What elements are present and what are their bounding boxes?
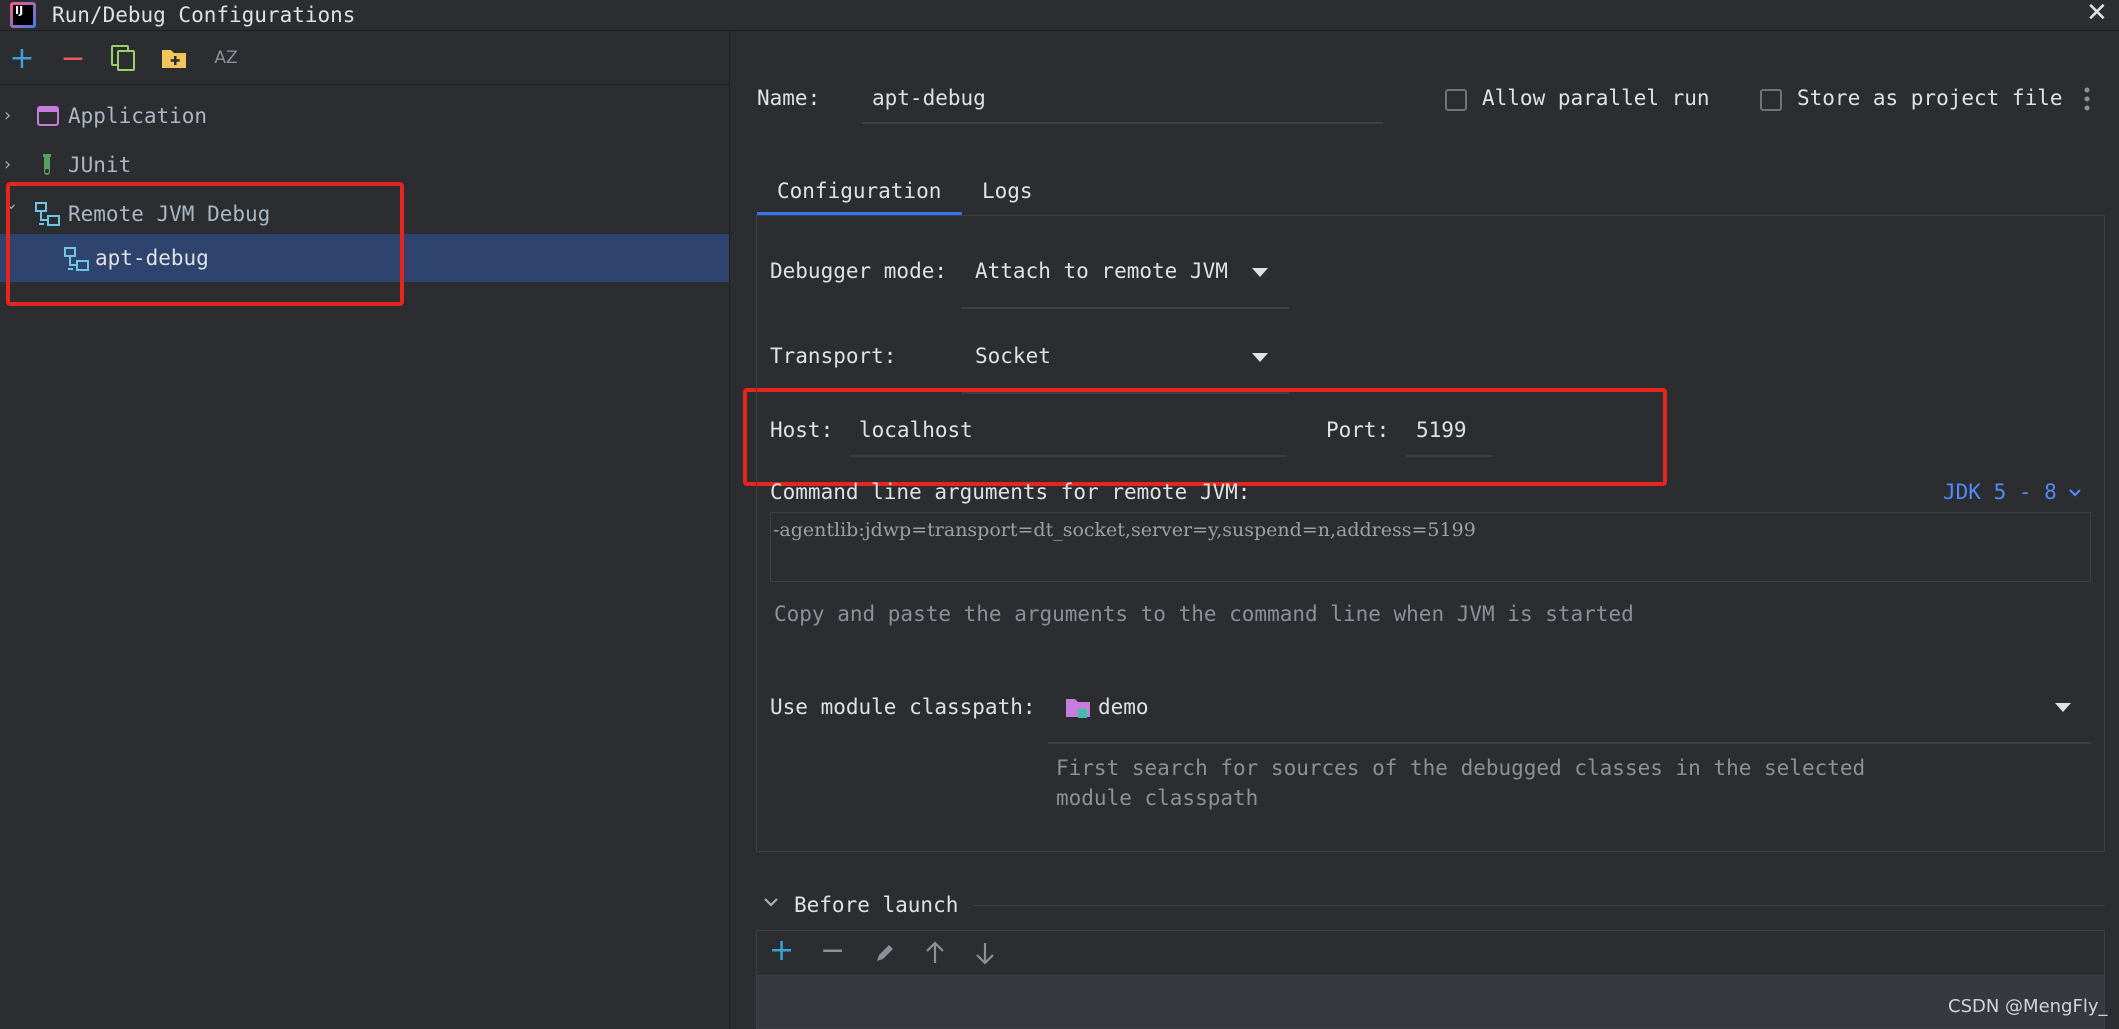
plus-icon[interactable]: + (769, 933, 794, 968)
chevron-down-icon[interactable] (1252, 268, 1268, 277)
minus-icon[interactable]: − (820, 933, 845, 968)
port-input[interactable]: 5199 (1416, 418, 1467, 442)
copy-icon[interactable] (108, 43, 138, 73)
before-launch-task-list (756, 975, 2105, 1029)
before-launch-separator (974, 905, 2105, 906)
transport-label: Transport: (770, 344, 897, 368)
tree-item-application[interactable]: › Application (0, 93, 729, 141)
name-label: Name: (757, 86, 821, 110)
arrow-up-icon[interactable] (924, 941, 946, 965)
tab-configuration[interactable]: Configuration (777, 179, 941, 203)
tree-item-label: JUnit (68, 153, 132, 177)
edit-pencil-icon[interactable] (874, 942, 896, 964)
debugger-mode-select[interactable]: Attach to remote JVM (975, 259, 1228, 283)
name-input[interactable]: apt-debug (872, 86, 986, 110)
chevron-down-icon[interactable] (2055, 703, 2071, 712)
transport-select[interactable]: Socket (975, 344, 1051, 368)
arrow-down-icon[interactable] (974, 941, 996, 965)
transport-underline (962, 392, 1289, 394)
host-input[interactable]: localhost (859, 418, 973, 442)
before-launch-toolbar: + − (756, 930, 2105, 976)
host-input-underline (849, 455, 1286, 457)
module-classpath-select[interactable]: demo (1098, 695, 1149, 719)
chevron-right-icon[interactable]: › (4, 154, 20, 175)
command-line-hint: Copy and paste the arguments to the comm… (774, 602, 1634, 626)
port-input-underline (1405, 455, 1492, 457)
minus-icon[interactable]: − (58, 41, 88, 76)
allow-parallel-run-checkbox[interactable] (1445, 89, 1467, 111)
chevron-down-icon[interactable] (763, 897, 779, 909)
watermark: CSDN @MengFly_ (1948, 996, 2108, 1017)
configurations-tree-panel: + − AZ › Application › JUnit › Remote JV… (0, 31, 730, 1029)
module-folder-icon (1066, 699, 1090, 718)
chevron-right-icon[interactable]: › (4, 105, 20, 126)
before-launch-label[interactable]: Before launch (794, 893, 958, 917)
store-as-project-file-label: Store as project file (1797, 86, 2063, 110)
junit-icon (43, 154, 51, 175)
window-title: Run/Debug Configurations (52, 3, 356, 27)
command-line-args-textarea[interactable]: -agentlib:jdwp=transport=dt_socket,serve… (770, 512, 2091, 582)
chevron-down-icon[interactable] (2068, 487, 2082, 499)
module-classpath-label: Use module classpath: (770, 695, 1036, 719)
name-input-underline (862, 122, 1383, 124)
more-options-icon[interactable] (2083, 86, 2091, 112)
module-hint-line-2: module classpath (1056, 786, 1259, 810)
command-line-args-value: -agentlib:jdwp=transport=dt_socket,serve… (773, 519, 1476, 541)
host-label: Host: (770, 418, 834, 442)
chevron-down-icon[interactable] (1252, 353, 1268, 362)
annotation-box-tree (6, 182, 404, 306)
module-select-underline (1048, 742, 2091, 744)
debugger-mode-underline (962, 307, 1289, 309)
module-hint-line-1: First search for sources of the debugged… (1056, 756, 1866, 780)
store-as-project-file-checkbox[interactable] (1760, 89, 1782, 111)
intellij-logo-icon: IJ (10, 2, 36, 28)
tree-item-label: Application (68, 104, 208, 128)
title-bar: IJ Run/Debug Configurations ✕ (0, 0, 2119, 31)
command-line-label: Command line arguments for remote JVM: (770, 480, 1251, 504)
plus-icon[interactable]: + (7, 41, 37, 76)
tree-toolbar: + − AZ (0, 31, 729, 85)
jdk-version-link[interactable]: JDK 5 - 8 (1943, 480, 2057, 504)
tab-logs[interactable]: Logs (982, 179, 1033, 203)
port-label: Port: (1326, 418, 1390, 442)
new-folder-icon[interactable] (159, 43, 189, 73)
allow-parallel-run-label: Allow parallel run (1482, 86, 1710, 110)
close-icon[interactable]: ✕ (2086, 0, 2108, 28)
application-icon (37, 106, 59, 126)
sort-alphabetically-icon[interactable]: AZ (211, 43, 241, 73)
debugger-mode-label: Debugger mode: (770, 259, 948, 283)
